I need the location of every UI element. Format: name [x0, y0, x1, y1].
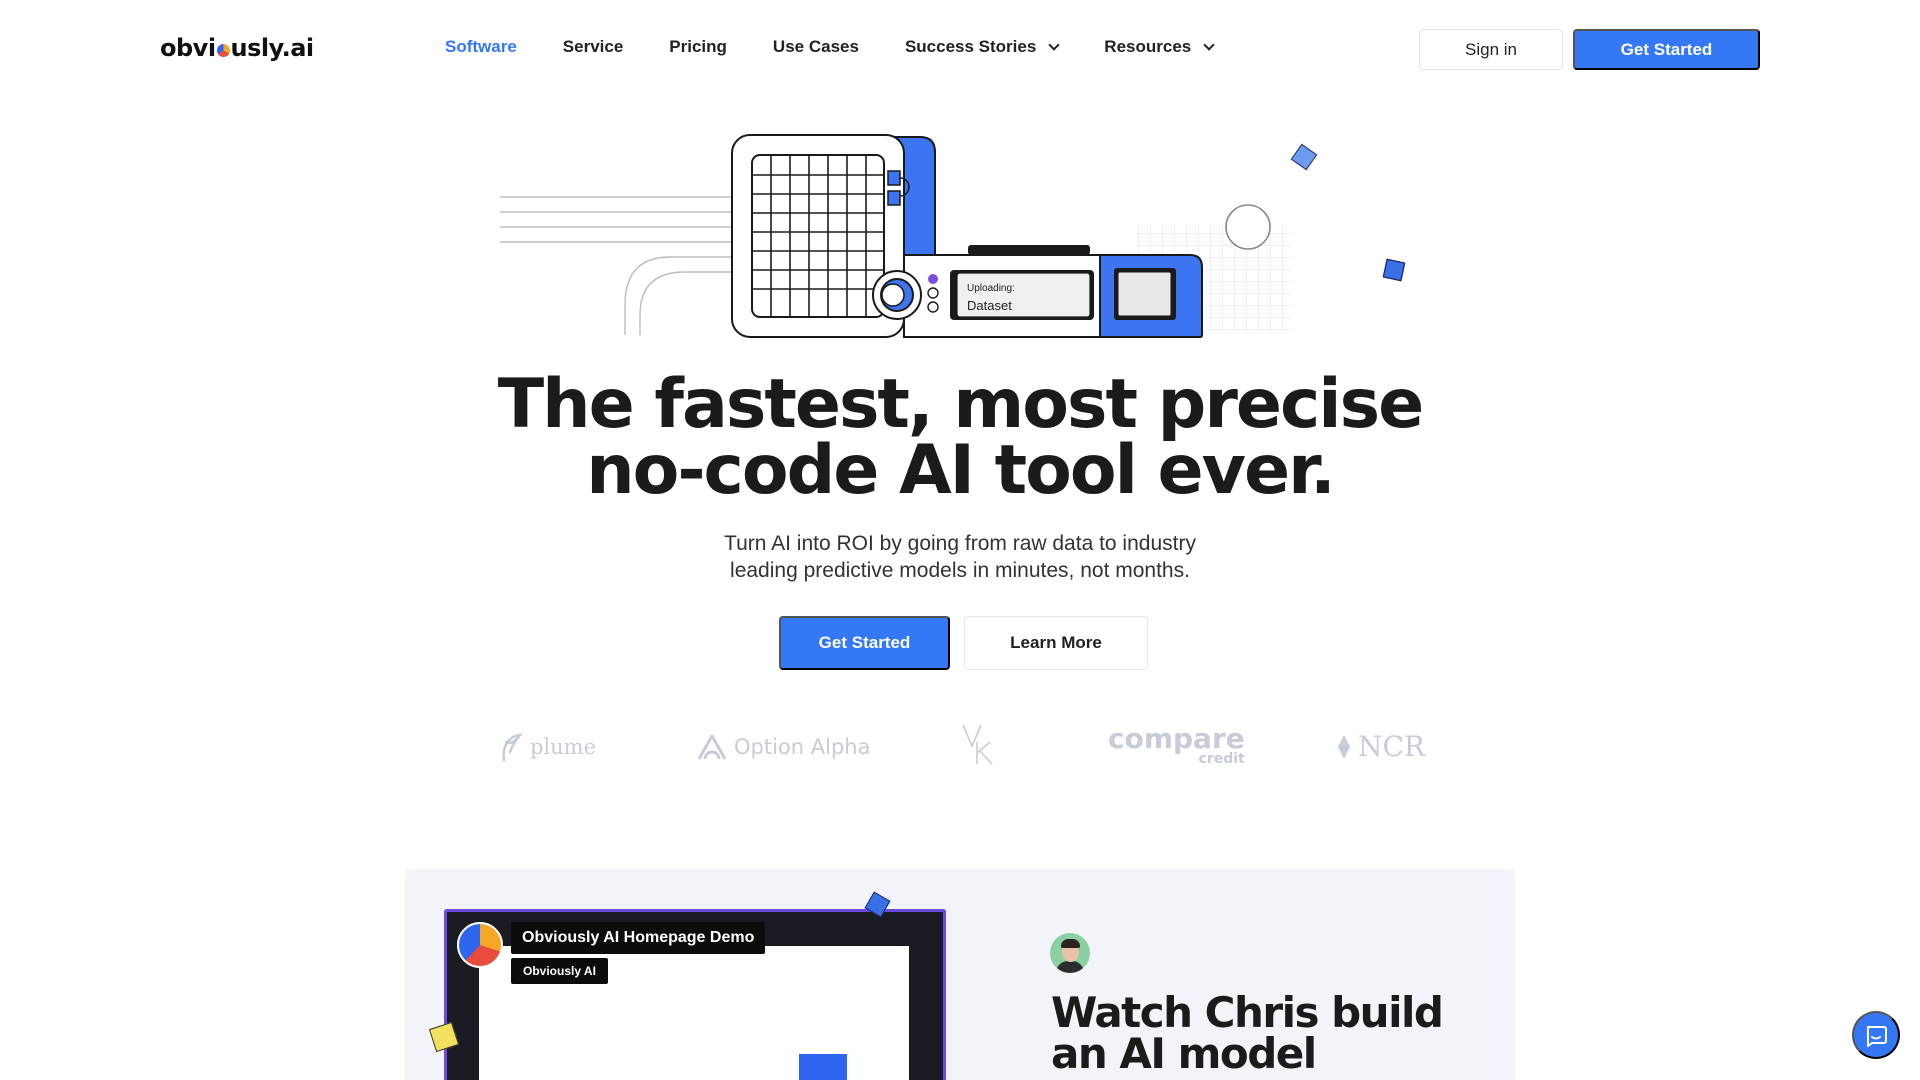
compare-credit-logo: compare credit	[1108, 722, 1245, 767]
nav-success-stories-label: Success Stories	[904, 37, 1037, 56]
chat-bubble-icon	[1867, 1026, 1887, 1047]
logo-text-prefix: obvi	[160, 34, 216, 62]
hero-subtitle-line2: leading predictive models in minutes, no…	[730, 559, 1190, 582]
ncr-logo-text: NCR	[1358, 730, 1426, 763]
nav-success-stories[interactable]: Success Stories	[904, 37, 1060, 57]
main-menu: Software Service Pricing Use Cases Succe…	[445, 37, 1259, 57]
upload-machine: Uploading: Dataset	[731, 134, 1203, 338]
hero-subtitle-line1: Turn AI into ROI by going from raw data …	[724, 532, 1196, 555]
video-channel-name[interactable]: Obviously AI	[511, 958, 608, 984]
demo-heading: Watch Chris build an AI model	[1051, 992, 1471, 1075]
plume-logo: plume	[498, 732, 596, 762]
nav-pricing-label: Pricing	[669, 37, 727, 56]
demo-video-player[interactable]: Obviously AI Homepage Demo Obviously AI	[444, 909, 946, 1080]
chris-avatar	[1050, 933, 1090, 973]
obviously-ai-logo[interactable]: obvi usly.ai	[160, 34, 314, 62]
uploading-label: Uploading:	[967, 283, 1015, 294]
nav-resources[interactable]: Resources	[1104, 37, 1215, 57]
nav-service-label: Service	[562, 37, 624, 56]
option-alpha-logo: Option Alpha	[696, 732, 870, 762]
demo-section: Obviously AI Homepage Demo Obviously AI …	[405, 869, 1515, 1080]
chat-launcher-button[interactable]	[1852, 1011, 1900, 1059]
ncr-logo: NCR	[1336, 730, 1425, 763]
channel-avatar-icon[interactable]	[457, 922, 503, 968]
chevron-down-icon	[1048, 38, 1060, 51]
logo-text-suffix: usly.ai	[230, 34, 315, 62]
vk-logo: VK	[960, 722, 1002, 766]
sign-in-button[interactable]: Sign in	[1419, 29, 1563, 70]
nav-resources-label: Resources	[1104, 37, 1192, 56]
hero-headline: The fastest, most precise no-code AI too…	[0, 371, 1920, 505]
nav-use-cases-label: Use Cases	[772, 37, 859, 56]
decorative-square-icon	[1382, 258, 1406, 282]
nav-software-label: Software	[445, 37, 517, 56]
hero-get-started-button[interactable]: Get Started	[779, 616, 950, 670]
data-lines	[500, 196, 732, 335]
learn-more-button[interactable]: Learn More	[964, 616, 1148, 670]
hero-illustration: Uploading: Dataset	[500, 134, 1406, 338]
uploading-value: Dataset	[967, 298, 1012, 313]
preview-chart-bar	[799, 1054, 847, 1080]
decorative-square-icon	[1290, 143, 1318, 171]
option-alpha-logo-text: Option Alpha	[734, 735, 871, 759]
demo-heading-line2: an AI model	[1051, 1029, 1317, 1078]
plume-logo-text: plume	[530, 735, 597, 759]
nav-software[interactable]: Software	[445, 37, 517, 57]
top-navigation: obvi usly.ai Software Service Pricing Us…	[0, 0, 1920, 100]
nav-use-cases[interactable]: Use Cases	[773, 37, 859, 57]
compare-logo-text: compare	[1108, 722, 1245, 755]
logo-mark-icon	[216, 43, 230, 57]
nav-service[interactable]: Service	[563, 37, 624, 57]
nav-pricing[interactable]: Pricing	[669, 37, 727, 57]
customer-logos: plume Option Alpha VK compare credit NCR	[490, 722, 1430, 772]
decorative-circle	[1225, 204, 1271, 250]
hero-subtitle: Turn AI into ROI by going from raw data …	[660, 530, 1260, 584]
chevron-down-icon	[1203, 38, 1215, 51]
nav-get-started-button[interactable]: Get Started	[1573, 29, 1760, 70]
hero-headline-line2: no-code AI tool ever.	[586, 431, 1336, 510]
video-title[interactable]: Obviously AI Homepage Demo	[511, 922, 766, 954]
compare-logo-subtext: credit	[1198, 751, 1245, 767]
